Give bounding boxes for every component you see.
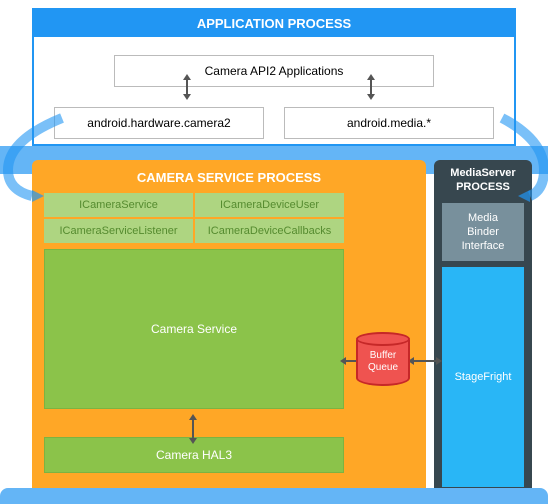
buffer-queue-l2: Queue (368, 362, 398, 373)
buffer-queue-lid (356, 332, 410, 346)
connector-curves (0, 0, 548, 504)
architecture-diagram: APPLICATION PROCESS Camera API2 Applicat… (0, 0, 548, 504)
buffer-queue-cylinder: Buffer Queue (356, 332, 410, 390)
buffer-queue-l1: Buffer (370, 350, 397, 361)
buffer-queue-body: Buffer Queue (356, 340, 410, 386)
